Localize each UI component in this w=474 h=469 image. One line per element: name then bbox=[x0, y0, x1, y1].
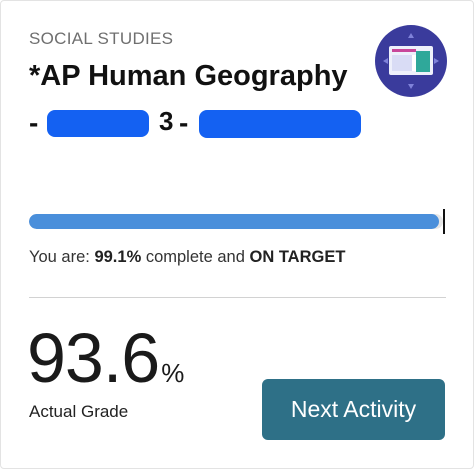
target-marker bbox=[443, 209, 445, 234]
divider bbox=[29, 297, 446, 298]
course-subtitle: - 3 - bbox=[29, 106, 369, 139]
course-card: SOCIAL STUDIES *AP Human Geography - 3 -… bbox=[0, 0, 474, 469]
grade-label: Actual Grade bbox=[29, 402, 129, 421]
course-badge-icon bbox=[375, 25, 447, 97]
progress-percent: 99.1% bbox=[94, 248, 142, 266]
subtitle-dash: - bbox=[179, 107, 189, 138]
status-middle: complete and bbox=[141, 248, 250, 266]
progress-bar bbox=[29, 214, 443, 229]
redaction-mark bbox=[47, 110, 149, 137]
course-title: *AP Human Geography bbox=[29, 60, 348, 92]
next-activity-button[interactable]: Next Activity bbox=[262, 379, 445, 440]
subtitle-glyph: 3 bbox=[159, 106, 174, 136]
target-status: ON TARGET bbox=[249, 248, 346, 266]
subtitle-dash: - bbox=[29, 107, 39, 138]
grade-value: 93.6 bbox=[27, 319, 160, 397]
grade-display: 93.6% bbox=[27, 319, 184, 397]
subject-label: SOCIAL STUDIES bbox=[29, 29, 174, 48]
grade-unit: % bbox=[161, 358, 185, 388]
progress-bar-fill bbox=[29, 214, 440, 229]
progress-status: You are: 99.1% complete and ON TARGET bbox=[29, 248, 345, 267]
redaction-mark bbox=[199, 110, 361, 138]
status-prefix: You are: bbox=[29, 248, 95, 266]
